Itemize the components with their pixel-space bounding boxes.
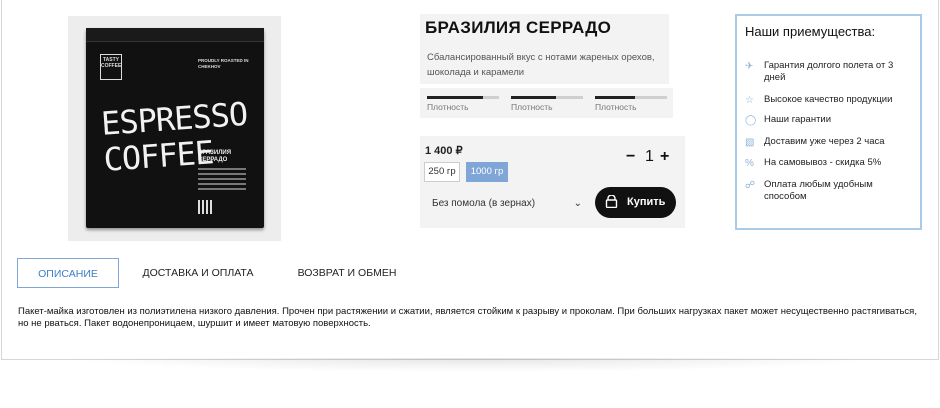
advantage-text: Наши гарантии [764,114,832,125]
plane-icon: ✈ [745,61,754,72]
advantage-text: Гарантия долгого полета от 3 дней [764,60,894,83]
coffee-bag-image: TASTY COFFEE PROUDLY ROASTED IN CHEKHOV … [86,28,264,228]
density-fill [427,96,484,99]
quantity-value[interactable]: 1 [645,148,654,166]
grind-select[interactable]: Без помола (в зернах) ⌄ [424,192,586,216]
price: 1 400 ₽ [425,145,463,157]
bag-seal [86,28,264,42]
advantage-text: Высокое качество продукции [764,94,893,105]
tab-description[interactable]: ОПИСАНИЕ [17,258,119,288]
advantage-text: Оплата любым удобным способом [764,179,873,202]
bag-logo: TASTY COFFEE [100,54,122,80]
shield-icon: ◯ [745,115,757,126]
bag-small-text: PROUDLY ROASTED IN CHEKHOV [198,58,249,69]
advantages-title: Наши приемущества: [745,24,876,39]
truck-icon: ▧ [745,137,755,148]
buy-button-label: Купить [627,196,666,208]
grind-select-value: Без помола (в зернах) [432,198,536,209]
quantity-increase-button[interactable]: + [660,148,669,166]
qr-code [198,200,212,214]
percent-icon: % [745,158,754,169]
advantage-text: Доставим уже через 2 часа [764,136,885,147]
star-icon: ☆ [745,95,754,106]
bag-subtitle: БРАЗИЛИЯ СЕРРАДО [198,150,231,164]
density-meter-1: Плотность [427,96,499,112]
buy-button[interactable]: Купить [595,187,676,218]
advantage-text: На самовывоз - скидка 5% [764,157,882,168]
product-image[interactable]: TASTY COFFEE PROUDLY ROASTED IN CHEKHOV … [68,16,281,241]
density-fill [511,96,556,99]
density-bar [511,96,583,99]
tab-delivery-payment[interactable]: ДОСТАВКА И ОПЛАТА [134,258,262,288]
bag-subtitle-line-2: СЕРРАДО [198,157,228,163]
density-meter-3: Плотность [595,96,667,112]
bag-fine-print [198,168,246,193]
product-title: БРАЗИЛИЯ СЕРРАДО [425,18,612,37]
density-bar [595,96,667,99]
density-fill [595,96,635,99]
bag-subtitle-line-1: БРАЗИЛИЯ [198,150,232,156]
density-label: Плотность [511,102,553,112]
density-meter-2: Плотность [511,96,583,112]
advantages-panel: Наши приемущества: ✈ Гарантия долгого по… [735,14,922,230]
shopping-bag-icon [605,195,618,208]
card-shadow [60,358,890,372]
quantity-decrease-button[interactable]: − [626,148,635,166]
density-bar [427,96,499,99]
chevron-down-icon: ⌄ [573,198,582,209]
bag-title: ESPRESSO COFFEE [100,95,251,179]
tab-return-exchange[interactable]: ВОЗВРАТ И ОБМЕН [288,258,406,288]
tab-content-text: Пакет-майка изготовлен из полиэтилена ни… [18,306,917,329]
product-description: Сбалансированный вкус с нотами жареных о… [427,52,655,78]
weight-option-1000[interactable]: 1000 гр [466,162,508,182]
density-label: Плотность [427,102,469,112]
cart-icon: ☍ [745,180,756,191]
weight-option-250[interactable]: 250 гр [424,162,460,182]
density-label: Плотность [595,102,637,112]
